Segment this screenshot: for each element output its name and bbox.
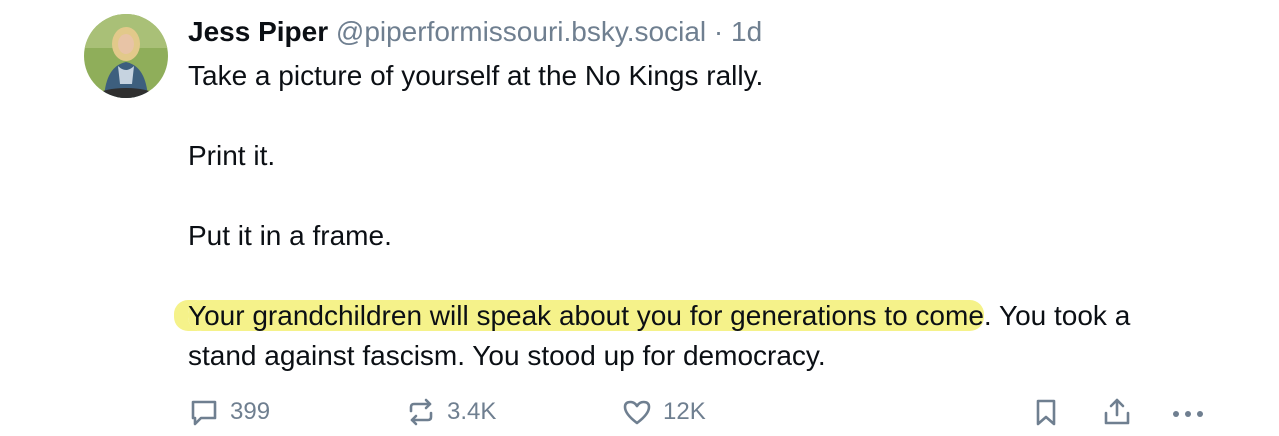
post-text: Take a picture of yourself at the No Kin… — [188, 56, 1198, 376]
avatar[interactable] — [84, 14, 168, 98]
post: Jess Piper @piperformissouri.bsky.social… — [0, 0, 1279, 436]
reply-icon — [188, 396, 220, 428]
more-options-button[interactable] — [1170, 392, 1206, 432]
paragraph-2: Print it. — [188, 140, 276, 171]
highlighted-text: Your grandchildren will speak about you … — [188, 300, 984, 331]
post-header: Jess Piper @piperformissouri.bsky.social… — [188, 14, 762, 50]
like-count: 12K — [663, 398, 706, 425]
share-icon — [1101, 396, 1133, 428]
heart-icon — [621, 396, 653, 428]
share-button[interactable] — [1101, 392, 1133, 432]
author-handle[interactable]: @piperformissouri.bsky.social — [336, 16, 706, 47]
paragraph-1: Take a picture of yourself at the No Kin… — [188, 60, 764, 91]
bookmark-button[interactable] — [1030, 392, 1062, 432]
reply-count: 399 — [230, 398, 271, 425]
like-button[interactable]: 12K — [621, 392, 706, 432]
reply-button[interactable]: 399 — [188, 392, 270, 432]
bookmark-icon — [1030, 396, 1062, 428]
post-time[interactable]: 1d — [731, 16, 762, 47]
action-bar: 399 3.4K 12K — [0, 392, 1279, 432]
paragraph-4: Your grandchildren will speak about you … — [188, 296, 1198, 376]
separator-dot: · — [713, 16, 724, 47]
repost-count: 3.4K — [447, 398, 497, 425]
paragraph-3: Put it in a frame. — [188, 220, 392, 251]
repost-button[interactable]: 3.4K — [405, 392, 496, 432]
repost-icon — [405, 396, 437, 428]
more-icon — [1170, 396, 1206, 428]
author-name[interactable]: Jess Piper — [188, 16, 328, 47]
